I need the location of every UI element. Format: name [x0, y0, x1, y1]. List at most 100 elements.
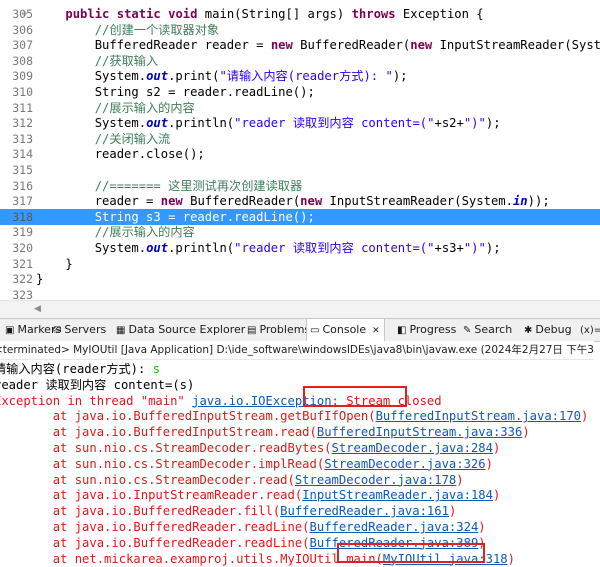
tab-debug[interactable]: ✱ Debug — [521, 319, 576, 341]
code-token: BufferedReader( — [182, 194, 301, 209]
tab-progress[interactable]: ◧ Progress — [394, 319, 460, 341]
code-text: //创建一个读取器对象 — [36, 22, 219, 38]
console-line: at sun.nio.cs.StreamDecoder.readBytes(St… — [0, 440, 501, 456]
stack-trace-link[interactable]: BufferedInputStream.java:336 — [317, 425, 522, 439]
tab-servers[interactable]: ⛁ Servers — [50, 319, 110, 341]
console-text: ) — [448, 504, 457, 519]
stack-trace-link[interactable]: StreamDecoder.java:284 — [332, 441, 493, 455]
console-line: reader 读取到内容 content=(s) — [0, 377, 194, 393]
tab-label: Progress — [409, 323, 457, 336]
line-number: 311 — [12, 100, 33, 115]
line-number: 321 — [12, 256, 33, 271]
close-icon[interactable]: ✕ — [372, 326, 380, 336]
code-line-319[interactable]: 319 //展示输入的内容 — [0, 224, 600, 240]
tab-search[interactable]: ✎ Search — [460, 319, 516, 341]
console-line: at sun.nio.cs.StreamDecoder.read(StreamD… — [0, 472, 464, 488]
code-token: //获取输入 — [94, 53, 159, 68]
console-text: at java.io.BufferedInputStream.getBufIfO… — [0, 409, 376, 424]
code-line-312[interactable]: 312 System.out.println("reader 读取到内容 con… — [0, 115, 600, 131]
code-token: InputStreamReader(System. — [439, 38, 600, 53]
stack-trace-link[interactable]: BufferedReader.java:324 — [310, 520, 479, 534]
console-text: ) — [492, 488, 501, 503]
stack-trace-link[interactable]: MyIOUtil.java:318 — [383, 552, 508, 566]
code-text: System.out.println("reader 读取到内容 content… — [36, 115, 501, 131]
code-line-317[interactable]: 317 reader = new BufferedReader(new Inpu… — [0, 193, 600, 209]
code-token: void — [168, 7, 198, 21]
console-text: ) — [581, 409, 589, 424]
code-token: +s2+ — [434, 116, 464, 131]
stack-trace-link[interactable]: BufferedReader.java:161 — [280, 504, 449, 518]
code-line-310[interactable]: 310 String s2 = reader.readLine(); — [0, 84, 600, 100]
tab-variables[interactable]: (x)=V — [577, 319, 600, 341]
code-text: String s2 = reader.readLine(); — [36, 84, 315, 100]
code-text: //关闭输入流 — [36, 131, 171, 147]
code-text: //展示输入的内容 — [36, 224, 195, 240]
code-token: "请输入内容(reader方式): " — [219, 69, 393, 84]
console-text: at java.io.BufferedInputStream.read( — [0, 425, 317, 440]
tab-label: Problems — [259, 323, 311, 336]
code-line-313[interactable]: 313 //关闭输入流 — [0, 131, 600, 147]
console-text: at sun.nio.cs.StreamDecoder.readBytes( — [0, 441, 332, 455]
tab-problems[interactable]: ▤ Problems — [244, 319, 314, 341]
tab-label: Debug — [535, 323, 572, 336]
code-token: //关闭输入流 — [94, 131, 171, 146]
code-token: System. — [36, 241, 147, 255]
editor-horizontal-scrollbar[interactable]: ◀ — [0, 300, 600, 319]
code-editor[interactable]: 305 ⊖ public static void main(String[] ar… — [0, 0, 600, 302]
code-token: public — [65, 7, 110, 21]
console-text: at java.io.InputStreamReader.read( — [0, 488, 303, 503]
code-token: Exception { — [395, 7, 484, 21]
code-line-311[interactable]: 311 //展示输入的内容 — [0, 100, 600, 116]
code-token: in — [512, 194, 528, 209]
tab-console[interactable]: ▭ Console ✕ — [306, 319, 385, 341]
code-line-320[interactable]: 320 System.out.println("reader 读取到内容 con… — [0, 240, 600, 256]
code-line-322[interactable]: 322} — [0, 271, 600, 287]
stack-trace-link[interactable]: InputStreamReader.java:184 — [302, 488, 493, 502]
console-line: at sun.nio.cs.StreamDecoder.implRead(Str… — [0, 456, 493, 472]
console-line: at java.io.BufferedReader.readLine(Buffe… — [0, 519, 486, 535]
servers-icon: ⛁ — [53, 325, 62, 336]
stack-trace-link[interactable]: StreamDecoder.java:326 — [324, 457, 485, 471]
console-line: 请输入内容(reader方式): s — [0, 361, 160, 377]
code-text: //======= 这里测试再次创建读取器 — [36, 178, 302, 194]
code-line-305[interactable]: 305 ⊖ public static void main(String[] ar… — [0, 6, 600, 22]
code-token: "reader 读取到内容 content=(" — [234, 116, 435, 131]
console-text: ) — [492, 441, 501, 455]
code-line-316[interactable]: 316 //======= 这里测试再次创建读取器 — [0, 178, 600, 194]
console-text: at java.io.BufferedReader.readLine( — [0, 520, 310, 534]
code-line-308[interactable]: 308 //获取输入 — [0, 53, 600, 69]
variables-icon: (x)= — [580, 325, 600, 336]
stack-trace-link[interactable]: StreamDecoder.java:178 — [295, 473, 456, 487]
code-line-306[interactable]: 306 //创建一个读取器对象 — [0, 22, 600, 38]
line-number: 318 — [12, 209, 33, 224]
code-line-314[interactable]: 314 reader.close(); — [0, 146, 600, 162]
code-text: BufferedReader reader = new BufferedRead… — [36, 37, 600, 53]
code-token: String s3 = reader.readLine(); — [36, 209, 315, 224]
stack-trace-link[interactable]: BufferedReader.java:389 — [310, 536, 479, 550]
stack-trace-link[interactable]: java.io.IOException — [192, 394, 331, 408]
code-line-321[interactable]: 321 } — [0, 256, 600, 272]
code-token: out — [146, 69, 169, 84]
console-text: at java.io.BufferedReader.fill( — [0, 504, 281, 519]
code-line-315[interactable]: 315 — [0, 162, 600, 178]
problems-icon: ▤ — [247, 325, 257, 336]
stack-trace-link[interactable]: BufferedInputStream.java:170 — [376, 409, 581, 423]
scroll-left-arrow-icon[interactable]: ◀ — [34, 304, 41, 314]
code-text: //获取输入 — [36, 53, 158, 69]
code-line-307[interactable]: 307 BufferedReader reader = new Buffered… — [0, 37, 600, 53]
tab-label: Search — [474, 323, 513, 336]
console-text: ) — [507, 551, 515, 566]
tab-data-source-explorer[interactable]: ▦ Data Source Explorer — [113, 319, 249, 341]
code-line-309[interactable]: 309 System.out.print("请输入内容(reader方式): "… — [0, 68, 600, 84]
console-text: at sun.nio.cs.StreamDecoder.read( — [0, 472, 295, 487]
code-text: } — [36, 256, 72, 272]
fold-collapse-icon[interactable]: ⊖ — [22, 6, 32, 22]
code-line-318[interactable]: 318 String s3 = reader.readLine(); — [0, 208, 600, 225]
code-token: reader = — [36, 194, 161, 209]
line-number: 316 — [12, 178, 33, 193]
code-token: static — [116, 7, 161, 21]
line-number: 313 — [12, 131, 33, 146]
